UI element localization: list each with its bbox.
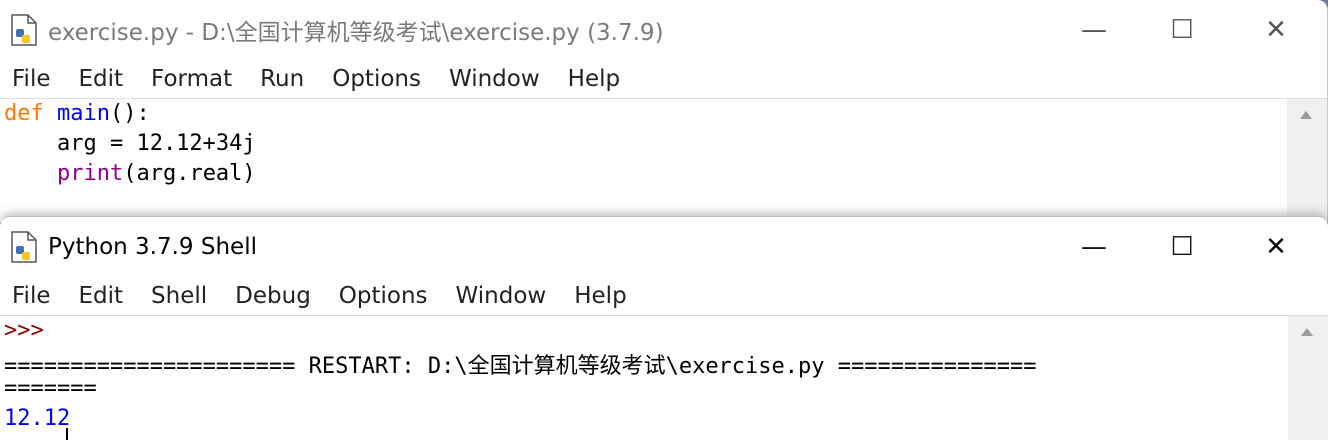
shell-titlebar[interactable]: Python 3.7.9 Shell — ☐ ✕ <box>0 217 1328 277</box>
restart-line: ====================== RESTART: D:\全国计算机… <box>4 354 1037 379</box>
editor-titlebar[interactable]: exercise.py - D:\全国计算机等级考试\exercise.py (… <box>0 0 1327 60</box>
python-file-icon <box>11 14 37 46</box>
menu-file[interactable]: File <box>12 283 51 309</box>
shell-menubar: File Edit Shell Debug Options Window Hel… <box>0 277 1328 315</box>
keyword-def: def <box>4 101 44 126</box>
minimize-icon: — <box>1081 232 1107 262</box>
function-name: main <box>57 101 110 126</box>
menu-help[interactable]: Help <box>568 66 620 92</box>
stdout-output: 12.12 <box>4 406 71 431</box>
minimize-button[interactable]: — <box>1070 227 1118 267</box>
restart-line-wrap: ======= <box>4 376 97 401</box>
minimize-icon: — <box>1081 15 1107 45</box>
shell-scrollbar[interactable] <box>1288 316 1328 440</box>
menu-window[interactable]: Window <box>449 66 540 92</box>
scroll-up-arrow-icon[interactable] <box>1301 328 1313 336</box>
menu-debug[interactable]: Debug <box>235 283 311 309</box>
maximize-button[interactable]: ☐ <box>1158 227 1206 267</box>
menu-edit[interactable]: Edit <box>79 283 124 309</box>
code-line-3: print(arg.real) <box>4 161 256 186</box>
maximize-icon: ☐ <box>1170 15 1194 45</box>
minimize-button[interactable]: — <box>1070 10 1118 50</box>
menu-edit[interactable]: Edit <box>79 66 124 92</box>
maximize-button[interactable]: ☐ <box>1158 10 1206 50</box>
builtin-print: print <box>56 161 124 186</box>
code-line-1: def main(): <box>4 101 150 126</box>
scroll-up-arrow-icon[interactable] <box>1300 111 1312 119</box>
menu-shell[interactable]: Shell <box>151 283 207 309</box>
shell-prompt: >>> <box>4 318 44 343</box>
text-cursor <box>66 428 68 440</box>
menu-options[interactable]: Options <box>332 66 421 92</box>
maximize-icon: ☐ <box>1170 232 1194 262</box>
menu-file[interactable]: File <box>12 66 51 92</box>
code-punct: (): <box>109 101 150 126</box>
menu-format[interactable]: Format <box>151 66 232 92</box>
close-icon: ✕ <box>1265 15 1287 45</box>
shell-window: Python 3.7.9 Shell — ☐ ✕ File Edit Shell… <box>0 216 1328 440</box>
editor-title: exercise.py - D:\全国计算机等级考试\exercise.py (… <box>48 20 664 46</box>
editor-menubar: File Edit Format Run Options Window Help <box>0 60 1327 98</box>
close-button[interactable]: ✕ <box>1252 227 1300 267</box>
python-shell-icon <box>11 231 37 263</box>
shell-title: Python 3.7.9 Shell <box>48 234 257 260</box>
editor-scrollbar[interactable] <box>1287 99 1327 222</box>
close-button[interactable]: ✕ <box>1252 10 1300 50</box>
editor-text-area[interactable]: def main(): arg = 12.12+34j print(arg.re… <box>0 98 1327 222</box>
menu-window[interactable]: Window <box>456 283 547 309</box>
code-args: (arg.real) <box>123 161 256 186</box>
shell-text-area[interactable]: >>> ====================== RESTART: D:\全… <box>0 315 1328 440</box>
menu-help[interactable]: Help <box>574 283 626 309</box>
menu-run[interactable]: Run <box>260 66 304 92</box>
close-icon: ✕ <box>1265 232 1287 262</box>
editor-window: exercise.py - D:\全国计算机等级考试\exercise.py (… <box>0 0 1328 222</box>
menu-options[interactable]: Options <box>339 283 428 309</box>
code-line-2: arg = 12.12+34j <box>4 131 256 156</box>
